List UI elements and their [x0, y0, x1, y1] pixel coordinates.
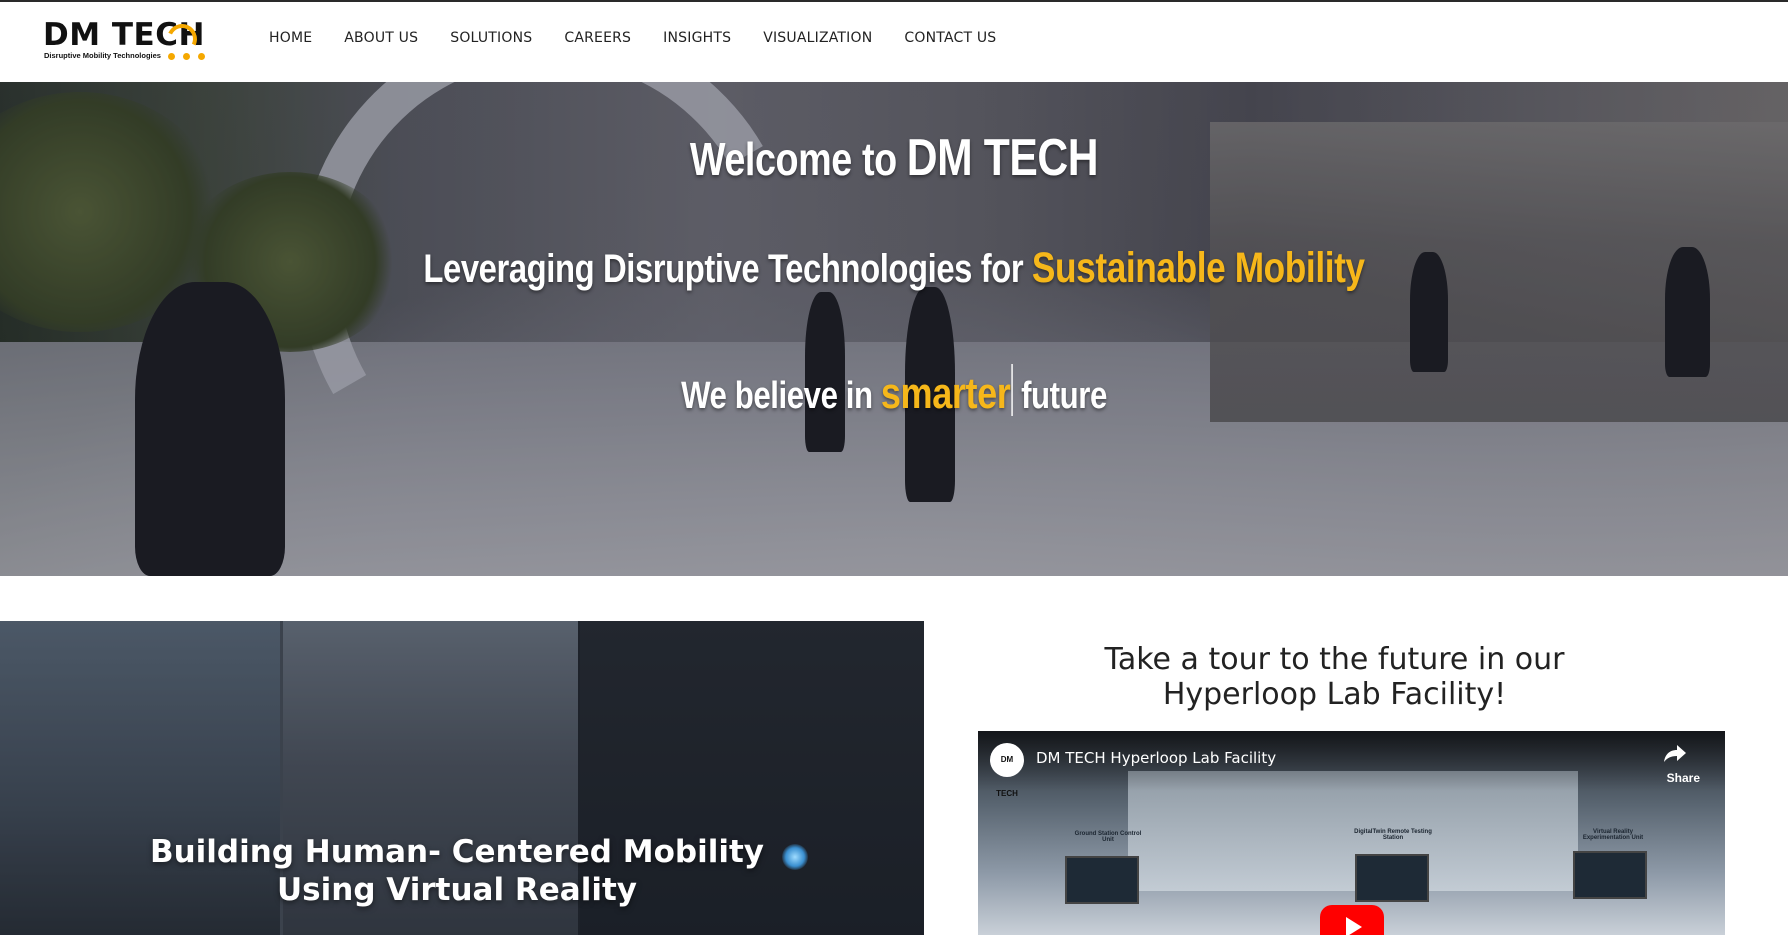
logo-tagline: Disruptive Mobility Technologies: [44, 51, 161, 60]
hero-belief-highlight: smarter: [880, 369, 1011, 418]
nav-careers[interactable]: CAREERS: [564, 30, 631, 46]
nav-home[interactable]: HOME: [269, 30, 312, 46]
tour-heading-line1: Take a tour to the future in our: [1104, 642, 1565, 677]
hero-welcome-brand: DM TECH: [906, 129, 1099, 187]
nav-about-us[interactable]: ABOUT US: [344, 30, 418, 46]
hero-tagline-prefix: Leveraging Disruptive Technologies for: [423, 247, 1024, 291]
main-nav: HOME ABOUT US SOLUTIONS CAREERS INSIGHTS…: [269, 30, 1028, 46]
nav-insights[interactable]: INSIGHTS: [663, 30, 731, 46]
video-embed[interactable]: Ground Station Control Unit DigitalTwin …: [978, 731, 1725, 935]
hero-tagline: Leveraging Disruptive Technologies for S…: [161, 244, 1627, 293]
hero-belief-prefix: We believe in: [681, 375, 873, 417]
tour-heading-line2: Hyperloop Lab Facility!: [1162, 677, 1507, 712]
vr-title-line2: Using Virtual Reality: [277, 872, 637, 908]
vr-title-line1: Building Human- Centered Mobility: [149, 834, 764, 870]
hero-tagline-highlight: Sustainable Mobility: [1031, 244, 1365, 292]
video-label-ground-station: Ground Station Control Unit: [1074, 831, 1142, 843]
video-label-vr-unit: Virtual Reality Experimentation Unit: [1582, 829, 1644, 841]
logo[interactable]: DM TECH Disruptive Mobility Technologies: [43, 18, 223, 68]
video-title[interactable]: DM TECH Hyperloop Lab Facility: [1036, 749, 1276, 767]
share-button[interactable]: Share: [1667, 771, 1700, 785]
nav-contact-us[interactable]: CONTACT US: [904, 30, 996, 46]
hero-welcome: Welcome to DM TECH: [161, 128, 1627, 188]
hero-belief-suffix: future: [1021, 375, 1107, 417]
hero-belief: We believe in smarter future: [161, 364, 1627, 419]
share-arrow-icon[interactable]: [1663, 743, 1687, 763]
channel-avatar[interactable]: DM TECH: [990, 743, 1024, 798]
vr-feature-panel[interactable]: Building Human- Centered Mobility Using …: [0, 621, 924, 935]
nav-visualization[interactable]: VISUALIZATION: [763, 30, 872, 46]
typing-cursor: [1011, 364, 1013, 416]
video-monitor: [1355, 854, 1429, 902]
nav-solutions[interactable]: SOLUTIONS: [450, 30, 532, 46]
tour-heading: Take a tour to the future in our Hyperlo…: [977, 642, 1692, 712]
logo-dots-icon: [168, 53, 205, 60]
vr-panel-title: Building Human- Centered Mobility Using …: [0, 833, 914, 909]
site-header: DM TECH Disruptive Mobility Technologies…: [0, 2, 1788, 81]
video-label-digital-twin: DigitalTwin Remote Testing Station: [1354, 829, 1432, 841]
youtube-play-icon[interactable]: [1320, 905, 1384, 935]
hero-banner: Welcome to DM TECH Leveraging Disruptive…: [0, 82, 1788, 576]
video-monitor: [1065, 856, 1139, 904]
hero-welcome-prefix: Welcome to: [689, 133, 897, 185]
video-monitor: [1573, 851, 1647, 899]
